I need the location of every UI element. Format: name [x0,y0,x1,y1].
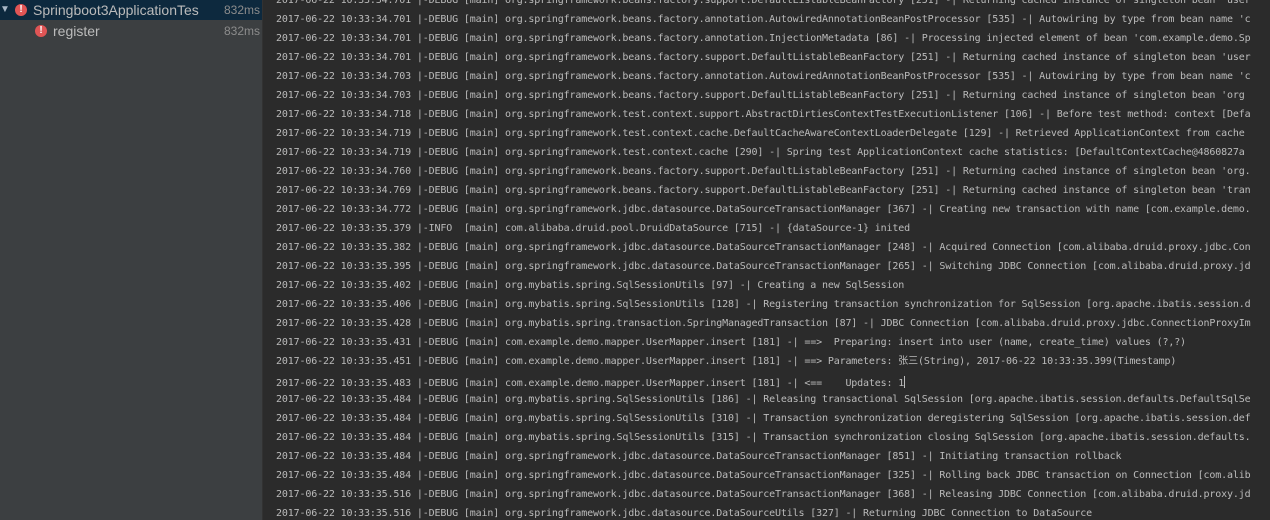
tree-item-register[interactable]: ! register 832ms [0,21,262,41]
log-line: 2017-06-22 10:33:35.382 |-DEBUG [main] o… [276,242,1251,253]
tree-item-suite[interactable]: ▼ ! Springboot3ApplicationTes 832ms [0,0,262,20]
log-line: 2017-06-22 10:33:34.719 |-DEBUG [main] o… [276,128,1245,139]
log-line: 2017-06-22 10:33:34.703 |-DEBUG [main] o… [276,90,1245,101]
test-tree-panel: ▼ ! Springboot3ApplicationTes 832ms ! re… [0,0,262,520]
text-caret [904,375,906,388]
suite-label: Springboot3ApplicationTes [33,2,199,18]
log-line: 2017-06-22 10:33:35.395 |-DEBUG [main] o… [276,261,1251,272]
test-time: 832ms [223,24,260,38]
log-line: 2017-06-22 10:33:34.719 |-DEBUG [main] o… [276,147,1245,158]
log-line: 2017-06-22 10:33:34.701 |-DEBUG [main] o… [276,0,1251,6]
log-line: 2017-06-22 10:33:35.483 |-DEBUG [main] c… [276,378,905,389]
log-line: 2017-06-22 10:33:35.379 |-INFO [main] co… [276,223,911,234]
log-line: 2017-06-22 10:33:34.701 |-DEBUG [main] o… [276,14,1251,25]
log-line: 2017-06-22 10:33:34.769 |-DEBUG [main] o… [276,185,1251,196]
error-icon: ! [35,25,47,37]
log-line: 2017-06-22 10:33:35.516 |-DEBUG [main] o… [276,489,1251,500]
log-line: 2017-06-22 10:33:35.406 |-DEBUG [main] o… [276,299,1251,310]
expand-arrow-icon[interactable]: ▼ [0,0,10,20]
error-icon: ! [15,4,27,16]
log-line: 2017-06-22 10:33:35.484 |-DEBUG [main] o… [276,470,1251,481]
log-line: 2017-06-22 10:33:35.484 |-DEBUG [main] o… [276,432,1251,443]
suite-time: 832ms [223,3,260,17]
log-line: 2017-06-22 10:33:35.402 |-DEBUG [main] o… [276,280,905,291]
log-line: 2017-06-22 10:33:34.701 |-DEBUG [main] o… [276,33,1251,44]
log-line: 2017-06-22 10:33:35.484 |-DEBUG [main] o… [276,413,1251,424]
log-line: 2017-06-22 10:33:34.703 |-DEBUG [main] o… [276,71,1251,82]
log-line: 2017-06-22 10:33:35.516 |-DEBUG [main] o… [276,508,1093,519]
log-line: 2017-06-22 10:33:34.760 |-DEBUG [main] o… [276,166,1251,177]
log-line: 2017-06-22 10:33:34.718 |-DEBUG [main] o… [276,109,1251,120]
log-line: 2017-06-22 10:33:35.431 |-DEBUG [main] c… [276,337,1186,348]
log-line-with-caret: 2017-06-22 10:33:35.483 |-DEBUG [main] c… [276,371,906,390]
log-line: 2017-06-22 10:33:35.484 |-DEBUG [main] o… [276,451,1122,462]
test-label: register [53,23,100,39]
log-line: 2017-06-22 10:33:34.772 |-DEBUG [main] o… [276,204,1251,215]
log-line: 2017-06-22 10:33:35.451 |-DEBUG [main] c… [276,356,1177,367]
log-line: 2017-06-22 10:33:35.428 |-DEBUG [main] o… [276,318,1251,329]
log-line: 2017-06-22 10:33:35.484 |-DEBUG [main] o… [276,394,1251,405]
log-line: 2017-06-22 10:33:34.701 |-DEBUG [main] o… [276,52,1251,63]
console-output[interactable]: 2017-06-22 10:33:34.701 |-DEBUG [main] o… [263,0,1270,520]
